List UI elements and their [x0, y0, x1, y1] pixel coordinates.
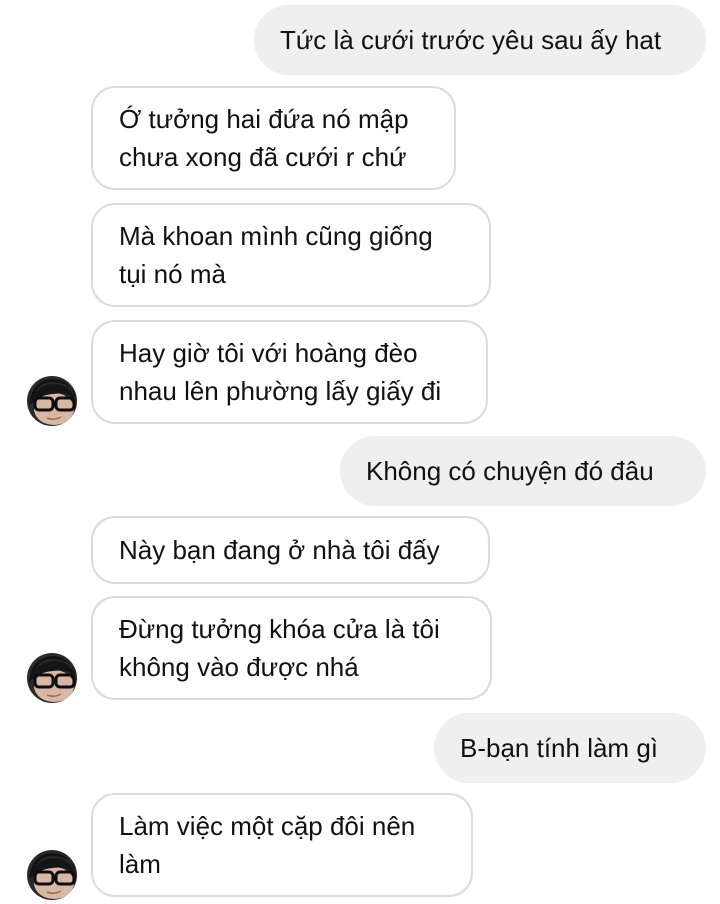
message-bubble-received[interactable]: Ớ tưởng hai đứa nó mập chưa xong đã cưới…	[91, 86, 456, 190]
message-text: Làm việc một cặp đôi nên làm	[119, 811, 416, 879]
message-bubble-sent[interactable]: Không có chuyện đó đâu	[340, 436, 706, 506]
message-text: Không có chuyện đó đâu	[366, 456, 654, 486]
message-bubble-received[interactable]: Mà khoan mình cũng giống tụi nó mà	[91, 203, 491, 307]
contact-avatar-icon[interactable]	[27, 653, 77, 703]
message-text: Hay giờ tôi với hoàng đèo nhau lên phườn…	[119, 338, 442, 406]
message-bubble-received[interactable]: Hay giờ tôi với hoàng đèo nhau lên phườn…	[91, 320, 488, 424]
message-text: Này bạn đang ở nhà tôi đấy	[119, 535, 440, 565]
message-text: Ớ tưởng hai đứa nó mập chưa xong đã cưới…	[119, 104, 409, 172]
message-text: Mà khoan mình cũng giống tụi nó mà	[119, 221, 433, 289]
message-text: Tức là cưới trước yêu sau ấy hat	[280, 25, 662, 55]
message-bubble-sent[interactable]: Tức là cưới trước yêu sau ấy hat	[254, 5, 706, 75]
message-text: B-bạn tính làm gì	[460, 733, 658, 763]
message-bubble-received[interactable]: Này bạn đang ở nhà tôi đấy	[91, 516, 490, 584]
message-bubble-received[interactable]: Đừng tưởng khóa cửa là tôi không vào đượ…	[91, 596, 492, 700]
contact-avatar-icon[interactable]	[27, 376, 77, 426]
message-bubble-received[interactable]: Làm việc một cặp đôi nên làm	[91, 793, 473, 897]
contact-avatar-icon[interactable]	[27, 850, 77, 900]
message-text: Đừng tưởng khóa cửa là tôi không vào đượ…	[119, 614, 440, 682]
message-bubble-sent[interactable]: B-bạn tính làm gì	[434, 713, 706, 783]
